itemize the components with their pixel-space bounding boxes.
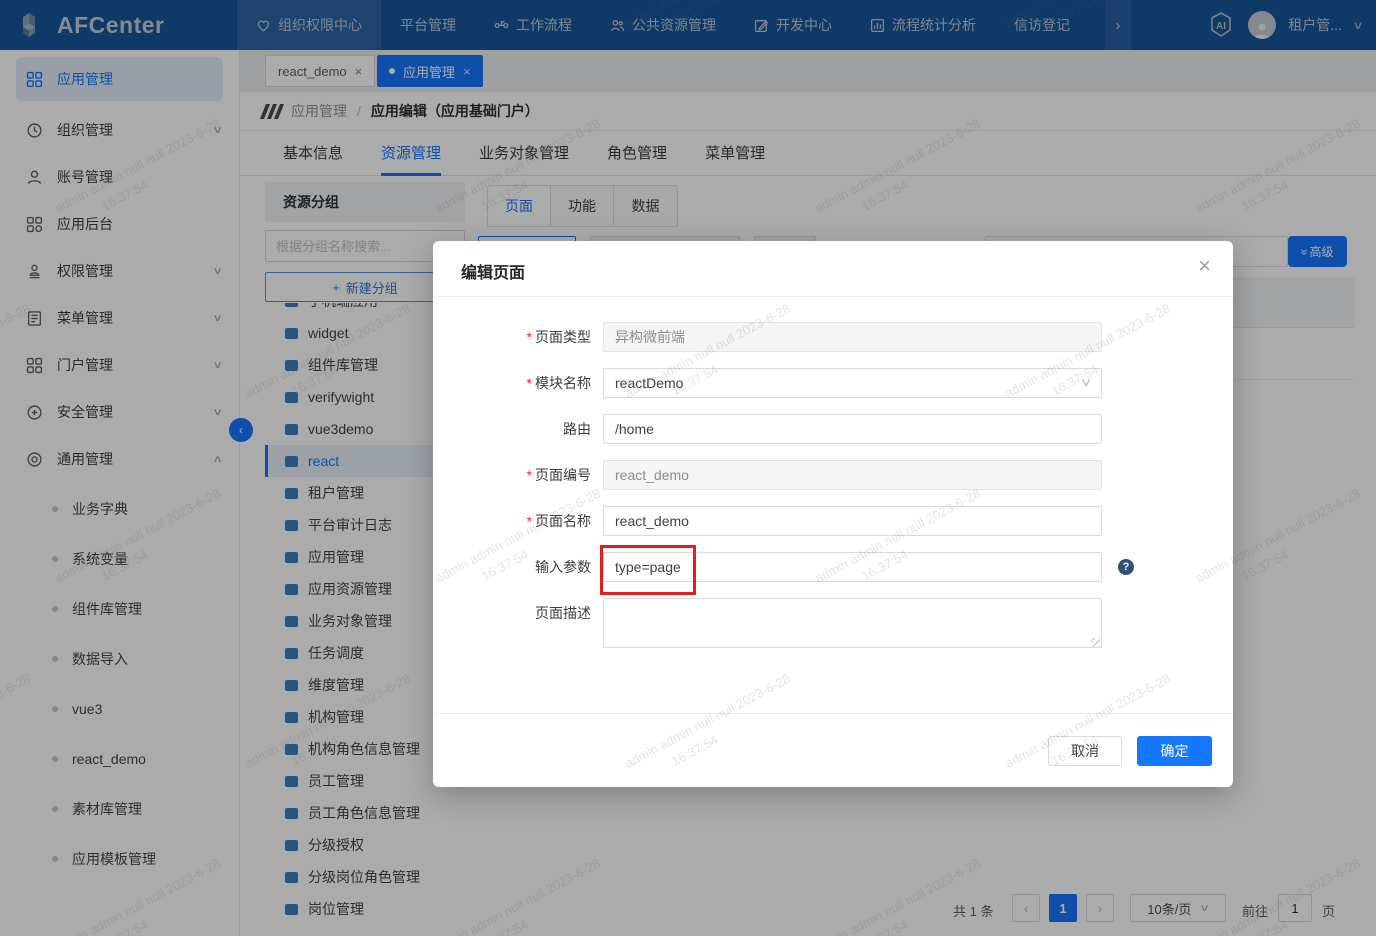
page-name-input[interactable] <box>603 506 1102 536</box>
modal-title: 编辑页面 <box>461 259 525 283</box>
field-route: 路由 <box>433 414 1233 444</box>
field-label: 输入参数 <box>535 559 591 575</box>
field-page-type: *页面类型 <box>433 322 1233 352</box>
modal-close-icon[interactable]: × <box>1198 255 1211 277</box>
required-mark: * <box>527 375 532 391</box>
field-module-name: *模块名称 ∨ <box>433 368 1233 398</box>
edit-page-modal: 编辑页面 × *页面类型 *模块名称 ∨ 路由 *页面编号 <box>433 241 1233 787</box>
field-label: 模块名称 <box>535 375 591 391</box>
field-label: 页面名称 <box>535 513 591 529</box>
module-name-select[interactable] <box>603 368 1102 398</box>
page-code-input <box>603 460 1102 490</box>
field-page-name: *页面名称 <box>433 506 1233 536</box>
field-input-params: 输入参数 ? <box>433 552 1233 582</box>
modal-header: 编辑页面 × <box>433 241 1233 297</box>
field-label: 页面类型 <box>535 329 591 345</box>
required-mark: * <box>527 329 532 345</box>
modal-body: *页面类型 *模块名称 ∨ 路由 *页面编号 *页面名称 <box>433 297 1233 651</box>
confirm-button[interactable]: 确定 <box>1137 736 1212 766</box>
required-mark: * <box>527 467 532 483</box>
field-label: 页面描述 <box>535 605 591 621</box>
field-page-code: *页面编号 <box>433 460 1233 490</box>
field-label: 页面编号 <box>535 467 591 483</box>
field-page-description: 页面描述 <box>433 598 1233 651</box>
help-icon[interactable]: ? <box>1118 559 1134 575</box>
page-type-input <box>603 322 1102 352</box>
field-label: 路由 <box>563 421 591 437</box>
required-mark: * <box>527 513 532 529</box>
resize-handle-icon[interactable] <box>1091 638 1100 647</box>
modal-footer: 取消 确定 <box>433 713 1233 787</box>
app-window: AFCenter 组织权限中心 平台管理 工作流程 公共资源管理 开发中心 <box>0 0 1376 936</box>
input-params-input[interactable] <box>603 552 1102 582</box>
page-description-textarea[interactable] <box>603 598 1102 648</box>
route-input[interactable] <box>603 414 1102 444</box>
cancel-button[interactable]: 取消 <box>1048 736 1122 766</box>
